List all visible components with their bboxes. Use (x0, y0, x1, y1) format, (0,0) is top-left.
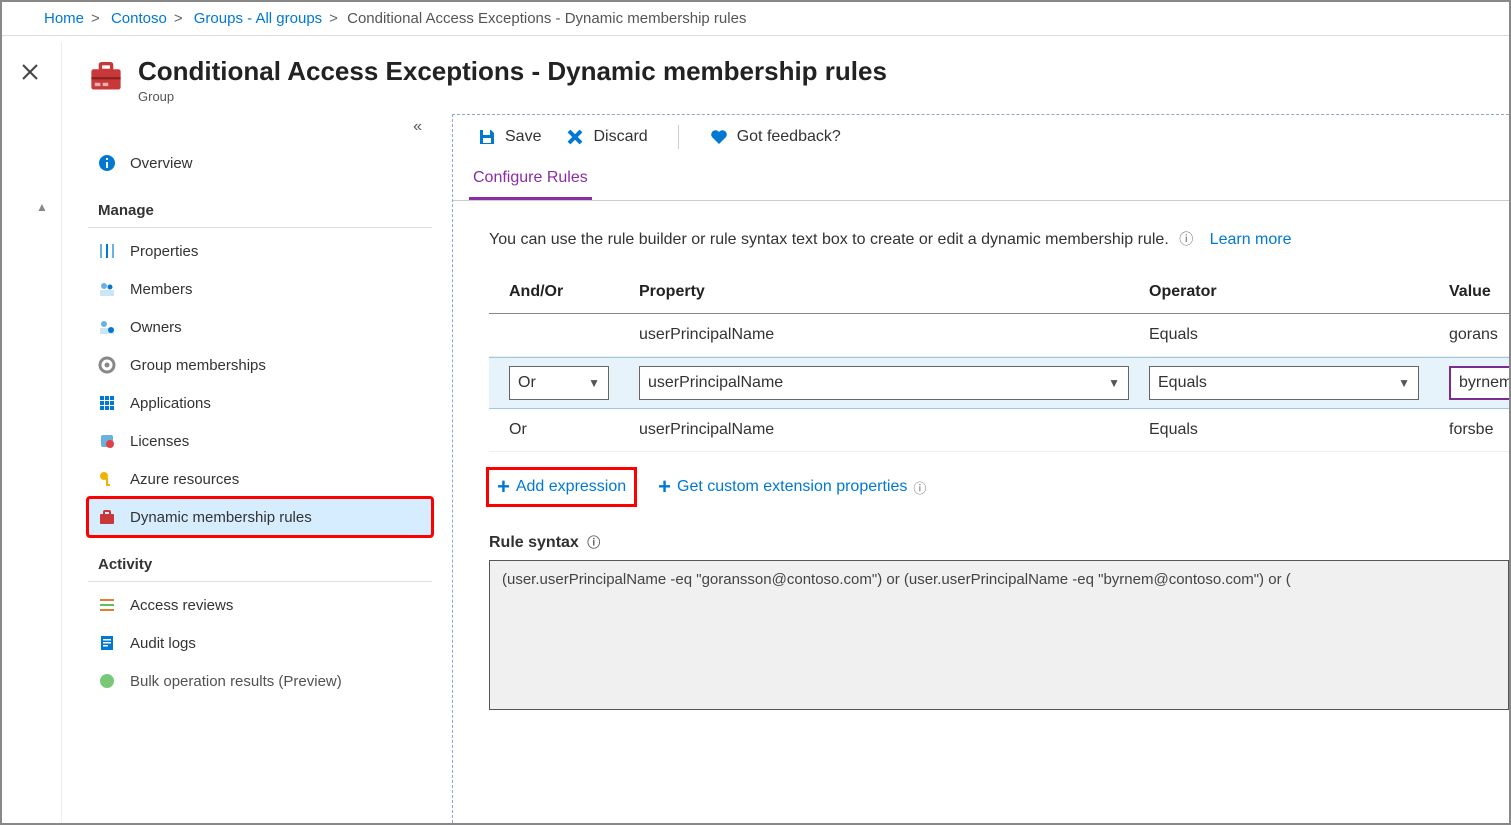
owners-icon (98, 318, 116, 336)
page-header: Conditional Access Exceptions - Dynamic … (62, 42, 1509, 114)
sidebar-item-label: Properties (130, 243, 198, 260)
rule-syntax-label: Rule syntax ⓘ (489, 532, 1509, 552)
add-expression-button[interactable]: + Add expression (489, 470, 634, 504)
sidebar-item-group-memberships[interactable]: Group memberships (88, 346, 432, 384)
sidebar-item-label: Overview (130, 155, 193, 172)
sidebar-item-azure-resources[interactable]: Azure resources (88, 460, 432, 498)
sidebar-section-manage: Manage (88, 188, 432, 228)
toolbar: Save Discard Got feedback? (453, 115, 1509, 159)
table-row: Or userPrincipalName Equals forsbe (489, 409, 1509, 452)
breadcrumb-home[interactable]: Home (44, 10, 84, 27)
sidebar-item-label: Group memberships (130, 357, 266, 374)
breadcrumb: Home> Contoso> Groups - All groups> Cond… (2, 2, 1509, 36)
sidebar-item-access-reviews[interactable]: Access reviews (88, 586, 432, 624)
page-subtitle: Group (138, 89, 887, 104)
info-icon (98, 154, 116, 172)
info-icon[interactable]: ⓘ (913, 478, 926, 497)
sidebar-item-dynamic-membership-rules[interactable]: Dynamic membership rules (88, 498, 432, 536)
sidebar-item-label: Azure resources (130, 471, 239, 488)
rule-builder-table: And/Or Property Operator Value userPrinc… (489, 273, 1509, 452)
rule-syntax-textbox[interactable]: (user.userPrincipalName -eq "goransson@c… (489, 560, 1509, 710)
info-icon[interactable]: ⓘ (1179, 231, 1193, 247)
plus-icon: + (497, 476, 510, 498)
sidebar-item-label: Audit logs (130, 635, 196, 652)
collapse-sidebar-icon[interactable]: « (413, 118, 422, 136)
page-title: Conditional Access Exceptions - Dynamic … (138, 56, 887, 87)
table-header: And/Or Property Operator Value (489, 273, 1509, 314)
value-input[interactable]: byrnem (1449, 366, 1509, 400)
save-icon (477, 127, 497, 147)
heart-icon (709, 127, 729, 147)
info-icon[interactable]: ⓘ (587, 535, 600, 550)
chevron-down-icon: ▼ (1398, 376, 1410, 390)
sidebar-item-label: Owners (130, 319, 182, 336)
close-icon[interactable] (20, 62, 40, 82)
get-custom-extension-button[interactable]: + Get custom extension properties ⓘ (650, 470, 934, 504)
sidebar-item-label: Applications (130, 395, 211, 412)
members-icon (98, 280, 116, 298)
sidebar-item-properties[interactable]: Properties (88, 232, 432, 270)
learn-more-link[interactable]: Learn more (1210, 231, 1292, 248)
discard-button[interactable]: Discard (565, 127, 647, 147)
sidebar-item-licenses[interactable]: Licenses (88, 422, 432, 460)
andor-select[interactable]: Or▼ (509, 366, 609, 400)
sliders-icon (98, 242, 116, 260)
sidebar-item-label: Members (130, 281, 193, 298)
content-pane: Save Discard Got feedback? Configure Rul… (452, 114, 1509, 823)
log-icon (98, 634, 116, 652)
sidebar-item-overview[interactable]: Overview (88, 144, 432, 182)
sidebar-item-label: Dynamic membership rules (130, 509, 312, 526)
briefcase-icon (88, 58, 124, 94)
property-select[interactable]: userPrincipalName▼ (639, 366, 1129, 400)
tab-configure-rules[interactable]: Configure Rules (469, 159, 592, 200)
table-row: userPrincipalName Equals gorans (489, 314, 1509, 357)
apps-icon (98, 394, 116, 412)
sidebar-item-bulk-operation[interactable]: Bulk operation results (Preview) (88, 662, 432, 700)
gear-icon (98, 356, 116, 374)
breadcrumb-groups[interactable]: Groups - All groups (194, 10, 322, 27)
sidebar-item-audit-logs[interactable]: Audit logs (88, 624, 432, 662)
chevron-down-icon: ▼ (1108, 376, 1120, 390)
breadcrumb-current: Conditional Access Exceptions - Dynamic … (347, 10, 746, 27)
breadcrumb-tenant[interactable]: Contoso (111, 10, 167, 27)
sidebar-item-members[interactable]: Members (88, 270, 432, 308)
save-button[interactable]: Save (477, 127, 541, 147)
info-text: You can use the rule builder or rule syn… (489, 229, 1509, 249)
scroll-up-icon[interactable]: ▲ (36, 200, 48, 214)
feedback-button[interactable]: Got feedback? (709, 127, 841, 147)
discard-icon (565, 127, 585, 147)
license-icon (98, 432, 116, 450)
chevron-down-icon: ▼ (588, 376, 600, 390)
sidebar-section-activity: Activity (88, 542, 432, 582)
table-row-active: Or▼ userPrincipalName▼ Equals▼ byrnem (489, 357, 1509, 409)
sidebar-item-label: Licenses (130, 433, 189, 450)
plus-icon: + (658, 476, 671, 498)
bulk-icon (98, 672, 116, 690)
sidebar-item-label: Bulk operation results (Preview) (130, 673, 342, 690)
sidebar-item-applications[interactable]: Applications (88, 384, 432, 422)
key-icon (98, 470, 116, 488)
tab-bar: Configure Rules (453, 159, 1509, 201)
sidebar-item-label: Access reviews (130, 597, 233, 614)
operator-select[interactable]: Equals▼ (1149, 366, 1419, 400)
briefcase-small-icon (98, 508, 116, 526)
checklist-icon (98, 596, 116, 614)
sidebar-item-owners[interactable]: Owners (88, 308, 432, 346)
sidebar: « Overview Manage Properties Members (62, 114, 452, 823)
